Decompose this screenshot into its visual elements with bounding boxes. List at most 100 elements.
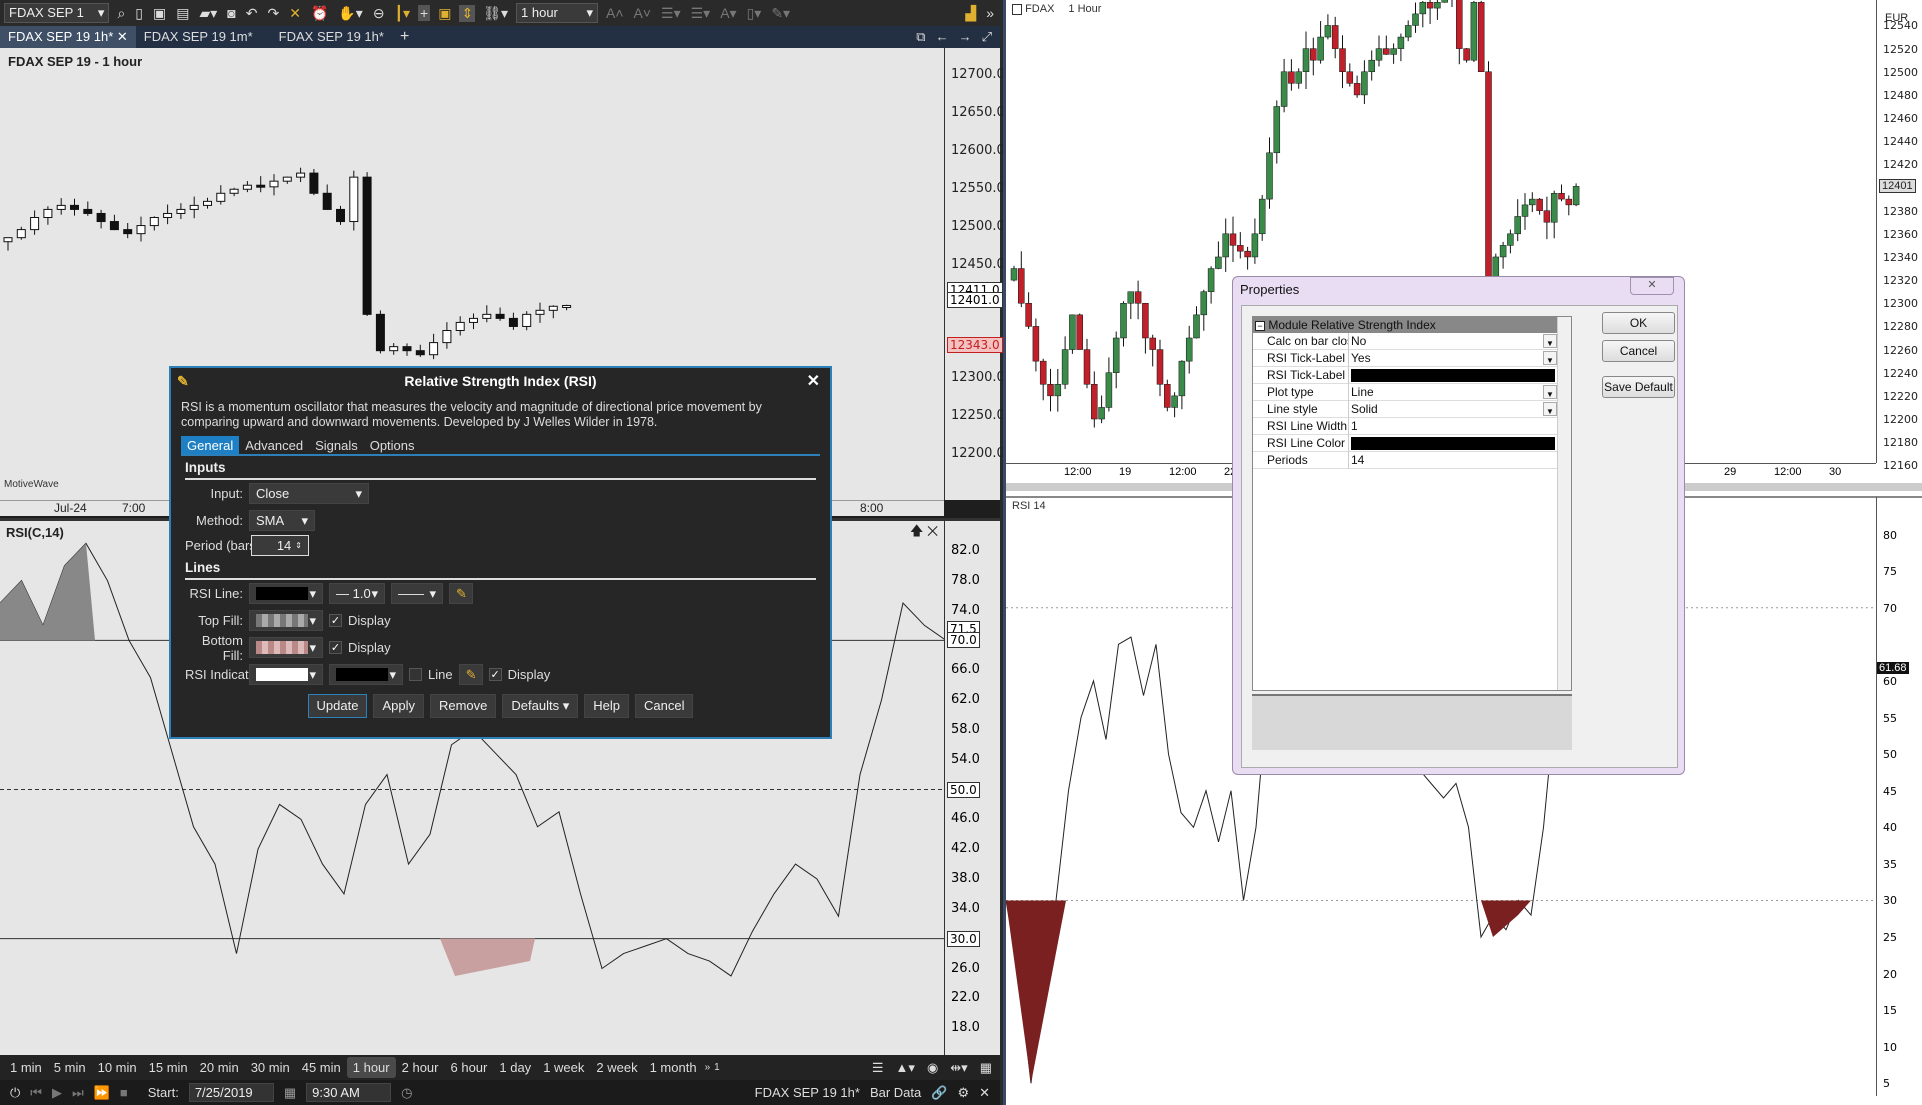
color-swatch[interactable] — [1351, 368, 1555, 382]
zoom-out-icon[interactable]: ⊖ — [371, 5, 387, 22]
right-rsi-axis[interactable]: 80 75 70 60 55 50 45 40 35 30 25 20 15 10 5 61.68 — [1876, 496, 1922, 1096]
timeframes-more[interactable]: » — [703, 1062, 713, 1073]
move-up-icon[interactable]: 🡅 — [910, 523, 923, 538]
stop-icon[interactable]: ■ — [120, 1085, 128, 1100]
trade-icon[interactable]: ▟ — [963, 5, 978, 22]
property-value[interactable]: No — [1351, 334, 1366, 348]
timeframe-1-week[interactable]: 1 week — [537, 1057, 590, 1078]
gear-icon[interactable]: ⚙ — [957, 1085, 969, 1101]
update-button[interactable]: Update — [307, 694, 368, 718]
lock-icon[interactable]: ▣ — [436, 5, 453, 22]
timeframe-5-min[interactable]: 5 min — [48, 1057, 92, 1078]
timeframe-15-min[interactable]: 15 min — [143, 1057, 194, 1078]
detach-icon[interactable]: ⧉ — [916, 29, 925, 45]
property-row[interactable]: RSI Line Width 1 — [1253, 417, 1557, 435]
save-icon[interactable]: ▣ — [151, 5, 168, 22]
forward-arrow-icon[interactable]: → — [959, 29, 972, 45]
apply-button[interactable]: Apply — [373, 694, 424, 718]
close-icon[interactable]: ✕ — [117, 29, 128, 44]
cancel-button[interactable]: Cancel — [1602, 340, 1675, 362]
timeframe-20-min[interactable]: 20 min — [194, 1057, 245, 1078]
close-dialog-icon[interactable]: ✕ — [807, 371, 820, 391]
power-icon[interactable]: ⏻ — [10, 1085, 20, 1101]
close-panel-icon[interactable]: ✕ — [927, 523, 938, 538]
top-fill-color[interactable]: ▾ — [249, 610, 323, 631]
right-price-axis[interactable]: EUR 12540 12520 12500 12480 12460 12440 12420 12… — [1876, 0, 1922, 472]
fast-forward-icon[interactable]: ⏩ — [94, 1085, 110, 1101]
search-icon[interactable]: ⌕ — [115, 5, 127, 22]
property-row[interactable]: Plot type Line ▼ — [1253, 383, 1557, 401]
timeframe-45-min[interactable]: 45 min — [296, 1057, 347, 1078]
timeframe-1-day[interactable]: 1 day — [493, 1057, 537, 1078]
maximize-icon[interactable]: ⤢ — [982, 29, 992, 45]
symbol-select[interactable]: FDAX SEP 1 ▾ — [4, 3, 110, 23]
interval-select[interactable]: 1 hour ▾ — [516, 3, 599, 23]
rsi-line-style[interactable]: —— ▾ — [391, 583, 443, 604]
save-default-button[interactable]: Save Default — [1602, 376, 1675, 398]
bottom-fill-display-checkbox[interactable]: ✓ — [329, 641, 342, 654]
timeframe-30-min[interactable]: 30 min — [245, 1057, 296, 1078]
save-as-icon[interactable]: ▤ — [174, 5, 191, 22]
redo-icon[interactable]: ↷ — [265, 5, 281, 22]
symbol-box-icon[interactable] — [1012, 3, 1022, 15]
line-checkbox[interactable] — [409, 668, 422, 681]
tab-options[interactable]: Options — [364, 436, 421, 454]
ok-button[interactable]: OK — [1602, 312, 1675, 334]
color-swatch[interactable] — [1351, 436, 1555, 450]
rsi-line-color[interactable]: ▾ — [249, 583, 323, 604]
dropdown-arrow-icon[interactable]: ▼ — [1543, 384, 1557, 399]
rsi-indicator-display-checkbox[interactable]: ✓ — [488, 668, 502, 681]
dropdown-arrow-icon[interactable]: ▼ — [1543, 350, 1557, 365]
rsi-axis[interactable]: 82.0 78.0 74.0 66.0 62.0 58.0 54.0 46.0 42.0 38.0… — [944, 518, 1000, 1055]
property-row[interactable]: Line style Solid ▼ — [1253, 400, 1557, 418]
alarm-icon[interactable]: ⏰ — [309, 5, 330, 22]
tab-fdax-1m[interactable]: FDAX SEP 19 1m* — [136, 26, 261, 48]
calendar-icon[interactable]: ▦ — [980, 1060, 992, 1076]
rsi-line-edit-icon[interactable]: ✎ — [449, 583, 473, 604]
close-icon[interactable]: ✕ — [979, 1085, 1000, 1101]
rsi-indicator-text-color[interactable]: ▾ — [329, 664, 403, 685]
property-value[interactable]: Solid — [1351, 402, 1378, 416]
rewind-icon[interactable]: ⏮ — [30, 1085, 42, 1101]
step-icon[interactable]: ⏭ — [72, 1085, 84, 1101]
rsi-indicator-bg-color[interactable]: ▾ — [249, 664, 323, 685]
timeframes-page[interactable]: 1 — [712, 1062, 722, 1073]
link-icon[interactable]: 🔗 — [931, 1085, 947, 1101]
property-row[interactable]: Calc on bar closeNo▼ — [1253, 332, 1557, 350]
font-increase-icon[interactable]: A˄ — [604, 5, 626, 21]
property-row[interactable]: RSI Tick-Label Colo — [1253, 366, 1557, 384]
tab-signals[interactable]: Signals — [309, 436, 364, 454]
property-value[interactable]: Line — [1351, 385, 1374, 399]
timeframe-2-hour[interactable]: 2 hour — [396, 1057, 445, 1078]
crosshair-icon[interactable]: + — [418, 5, 431, 21]
property-row[interactable]: RSI Line Color — [1253, 434, 1557, 452]
calendar-icon[interactable]: ▦ — [284, 1085, 296, 1101]
text-color-icon[interactable]: A▾ — [718, 5, 738, 22]
cancel-button[interactable]: Cancel — [635, 694, 694, 718]
timeframe-1-month[interactable]: 1 month — [644, 1057, 703, 1078]
timeframe-6-hour[interactable]: 6 hour — [445, 1057, 494, 1078]
pen-icon[interactable]: ✎▾ — [769, 5, 792, 22]
tab-general[interactable]: General — [181, 436, 240, 454]
candle-icon[interactable]: ┃▾ — [393, 5, 412, 22]
add-tab-icon[interactable]: + — [392, 26, 417, 48]
draw-icon[interactable]: ✕ — [287, 5, 303, 22]
property-row[interactable]: Periods 14 — [1253, 451, 1557, 469]
method-select[interactable]: SMA ▾ — [249, 510, 315, 531]
eye-icon[interactable]: ◉ — [927, 1060, 938, 1076]
timeframe-1-min[interactable]: 1 min — [4, 1057, 48, 1078]
collapse-icon[interactable]: − — [1255, 321, 1265, 331]
scale-icon[interactable]: ⇕ — [459, 4, 476, 22]
font-decrease-icon[interactable]: A˅ — [632, 5, 654, 21]
property-value[interactable]: 1 — [1351, 419, 1358, 433]
defaults-button[interactable]: Defaults ▾ — [502, 694, 579, 718]
input-select[interactable]: Close ▾ — [249, 483, 369, 504]
property-value[interactable]: Yes — [1351, 351, 1371, 365]
help-button[interactable]: Help — [584, 694, 629, 718]
tab-fdax-1h-2[interactable]: FDAX SEP 19 1h* — [271, 26, 392, 48]
start-date-input[interactable]: 7/25/2019 — [188, 1083, 274, 1102]
tab-fdax-1h[interactable]: FDAX SEP 19 1h* ✕ — [0, 26, 136, 48]
hand-icon[interactable]: ✋▾ — [336, 5, 364, 22]
align-icon[interactable]: ☰▾ — [659, 5, 683, 22]
dropdown-arrow-icon[interactable]: ▼ — [1543, 333, 1557, 348]
